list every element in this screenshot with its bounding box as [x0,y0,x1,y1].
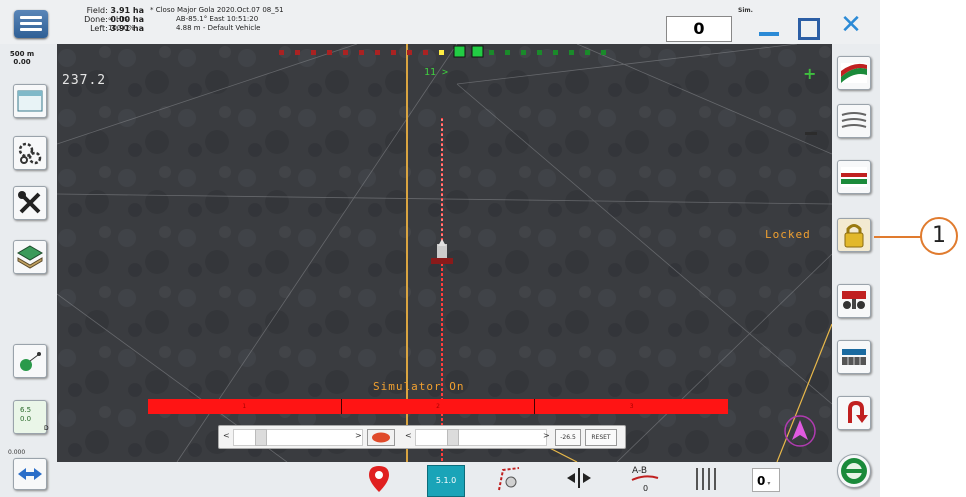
lock-icon [844,224,864,248]
u-turn-icon [848,400,868,423]
nudge-left-1[interactable]: < [223,431,230,440]
maximize-button[interactable] [798,18,820,40]
speed-display[interactable]: 6.5 0.0 D [13,400,49,434]
reset-button[interactable]: RESET [585,429,617,446]
lock-button[interactable] [837,218,871,252]
nudge-thumb-2[interactable] [447,429,459,446]
straight-ab-icon [841,167,867,187]
callout-line [874,236,922,238]
ab-text: A-B [632,466,647,476]
nudge-left-2[interactable]: < [405,431,412,440]
steer-wheel-button[interactable] [837,454,871,488]
counter-display[interactable]: 0 [666,16,732,42]
job-name: * Closo Major Gola 2020.Oct.07 08_51 [150,6,284,14]
vehicle-info: 4.88 m - Default Vehicle [176,24,261,32]
ab-set-button[interactable]: A-B 0 [629,462,661,494]
minimize-icon [759,32,779,36]
ab-line-info: AB-85.1° East 10:51:20 [176,15,259,23]
tram-pass-select[interactable]: 0 ▾ [752,468,780,492]
heading-readout: 237.2 [62,73,107,88]
wrench-icon [18,191,41,214]
section-1[interactable]: 1 [148,399,342,414]
guidance-number: 11 > [424,67,449,78]
scale-label: 500 m 0.00 [9,50,35,66]
section-control-bar: 1 2 3 [148,399,729,414]
point-icon [20,352,41,371]
straight-line-button[interactable] [837,160,871,194]
gears-icon [18,142,42,165]
left-sidebar: 500 m 0.00 6.5 0.0 D 0.000 [0,44,57,497]
tram-lines-button[interactable] [691,462,723,494]
work-hours: ∞ Hrs [108,15,128,23]
field-icon [17,90,43,112]
tractor-red-icon [842,291,866,309]
job-info: * Closo Major Gola 2020.Oct.07 08_51 ∞ H… [108,6,340,33]
nudge-right-1[interactable]: > [355,431,362,440]
auto-steer-button[interactable] [837,284,871,318]
flag-point-button[interactable] [13,344,47,378]
tram-value: 0.000 [8,449,26,456]
boundary-draw-icon [498,467,520,491]
contour-button[interactable] [837,104,871,138]
left-percent: 100.0% [108,24,135,32]
minimize-button[interactable] [756,16,782,38]
speed-bottom: 0.0 [20,415,32,423]
implement-icon [842,349,866,365]
chevron-down-icon: ▾ [767,480,771,487]
snap-button[interactable] [367,429,395,446]
nudge-track-2[interactable] [415,429,547,446]
sim-label: Sim. [738,7,753,14]
ab-zero: 0 [643,484,648,493]
map-pin-icon [369,466,389,492]
layers-button[interactable] [13,240,47,274]
section-2[interactable]: 2 [341,399,536,414]
right-sidebar [832,44,880,497]
nudge-panel: < > < > -26.5 RESET [218,425,626,449]
contour-icon [841,112,867,128]
nudge-thumb-1[interactable] [255,429,267,446]
section-master-button[interactable] [837,340,871,374]
nudge-arrows-icon [18,468,42,480]
nudge-right-2[interactable]: > [543,431,550,440]
center-button[interactable] [563,462,595,494]
ab-line-set-icon: A-B 0 [631,466,659,493]
close-button[interactable]: ✕ [838,12,864,38]
menu-icon[interactable] [14,10,48,38]
field-button[interactable] [13,84,47,118]
offset-value: -26.5 [555,429,581,446]
version-button[interactable]: 5.1.0 [427,465,465,497]
center-arrows-icon [567,468,591,488]
boundary-button[interactable] [493,462,525,494]
callout-marker: 1 [920,217,958,255]
snap-icon [372,432,390,443]
top-bar: Field: 3.91 ha Done: 0.00 ha Left: 3.91 … [0,0,880,45]
ab-line-button[interactable] [837,56,871,90]
nudge-button[interactable] [13,458,47,490]
zoom-out-button[interactable] [805,132,817,135]
layers-icon [17,245,43,269]
tools-button[interactable] [13,186,47,220]
tram-lines-icon [696,468,716,490]
section-3[interactable]: 3 [535,399,729,414]
zoom-in-button[interactable]: + [803,64,816,83]
simulator-label: Simulator On [373,380,465,393]
flag-button[interactable] [363,462,395,494]
settings-button[interactable] [13,136,47,170]
locked-label: Locked [765,228,811,241]
ab-curve-icon [841,63,867,83]
speed-suffix: D [44,425,49,432]
nudge-track-1[interactable] [233,429,363,446]
u-turn-button[interactable] [837,396,871,430]
agopen-app-window: Field: 3.91 ha Done: 0.00 ha Left: 3.91 … [0,0,880,497]
steering-wheel-icon [841,458,867,484]
speed-top: 6.5 [20,406,32,414]
